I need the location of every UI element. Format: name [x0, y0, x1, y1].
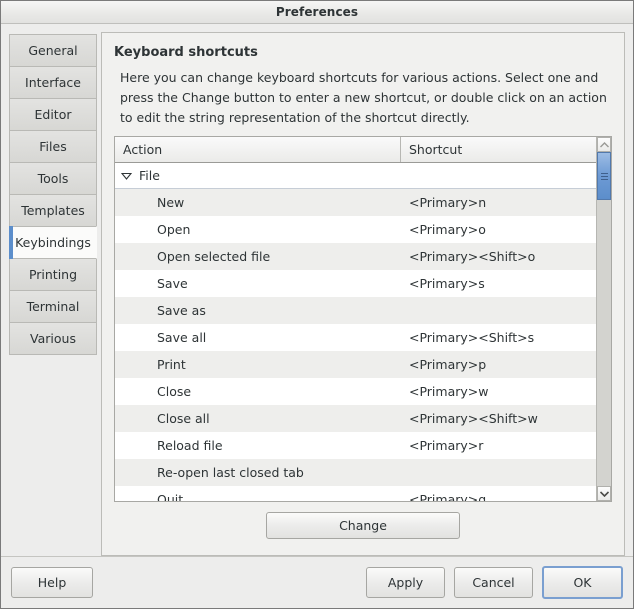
table-row[interactable]: Re-open last closed tab — [115, 459, 596, 486]
sidebar-item-label: Tools — [37, 171, 69, 186]
ok-button[interactable]: OK — [542, 566, 623, 599]
sidebar-item-label: Terminal — [26, 299, 80, 314]
cell-action: Save as — [157, 303, 206, 318]
table-row[interactable]: Save <Primary>s — [115, 270, 596, 297]
cell-shortcut: <Primary>r — [409, 438, 484, 453]
settings-category-sidebar: General Interface Editor Files Tools Template… — [9, 32, 97, 556]
sidebar-item-editor[interactable]: Editor — [9, 98, 97, 131]
cell-shortcut: <Primary>n — [409, 195, 487, 210]
sidebar-item-label: Templates — [21, 203, 85, 218]
keybindings-panel: Keyboard shortcuts Here you can change k… — [101, 32, 625, 556]
shortcuts-table-main: Action Shortcut File New <Primary>n Open <Pr… — [115, 137, 596, 501]
table-row[interactable]: Quit <Primary>q — [115, 486, 596, 501]
cell-action: Save all — [157, 330, 207, 345]
scrollbar-grip-line — [600, 178, 608, 180]
sidebar-item-label: Files — [39, 139, 67, 154]
cell-shortcut: <Primary>q — [409, 492, 487, 501]
cell-action: Print — [157, 357, 186, 372]
sidebar-item-templates[interactable]: Templates — [9, 194, 97, 227]
sidebar-item-printing[interactable]: Printing — [9, 258, 97, 291]
table-group-row[interactable]: File — [115, 163, 596, 189]
apply-button[interactable]: Apply — [366, 567, 445, 598]
table-row[interactable]: Save as — [115, 297, 596, 324]
dialog-action-bar: Help Apply Cancel OK — [1, 556, 633, 608]
sidebar-item-keybindings[interactable]: Keybindings — [9, 226, 97, 259]
table-row[interactable]: Reload file <Primary>r — [115, 432, 596, 459]
sidebar-item-interface[interactable]: Interface — [9, 66, 97, 99]
cell-action: Quit — [157, 492, 184, 501]
chevron-down-icon — [599, 490, 609, 497]
sidebar-item-label: Keybindings — [15, 235, 91, 250]
cell-action: Reload file — [157, 438, 223, 453]
cell-action: Save — [157, 276, 188, 291]
table-row[interactable]: Open <Primary>o — [115, 216, 596, 243]
column-header-shortcut[interactable]: Shortcut — [401, 137, 596, 162]
column-header-action[interactable]: Action — [115, 137, 401, 162]
cell-shortcut: <Primary>w — [409, 384, 489, 399]
sidebar-item-files[interactable]: Files — [9, 130, 97, 163]
help-button[interactable]: Help — [11, 567, 93, 598]
cell-action: Close — [157, 384, 192, 399]
chevron-up-icon — [599, 141, 609, 147]
sidebar-item-label: Interface — [25, 75, 81, 90]
triangle-down-icon[interactable] — [117, 172, 135, 180]
sidebar-item-terminal[interactable]: Terminal — [9, 290, 97, 323]
sidebar-item-tools[interactable]: Tools — [9, 162, 97, 195]
cell-shortcut: <Primary>o — [409, 222, 486, 237]
page-description: Here you can change keyboard shortcuts f… — [120, 70, 607, 125]
cell-action: Open selected file — [157, 249, 271, 264]
scrollbar-track[interactable] — [597, 152, 611, 486]
scrollbar-grip-line — [600, 172, 608, 174]
window-body: General Interface Editor Files Tools Template… — [1, 24, 633, 556]
cell-shortcut: <Primary><Shift>s — [409, 330, 535, 345]
table-row[interactable]: Save all <Primary><Shift>s — [115, 324, 596, 351]
sidebar-item-various[interactable]: Various — [9, 322, 97, 355]
scrollbar-down-button[interactable] — [597, 486, 611, 501]
table-header-row: Action Shortcut — [115, 137, 596, 163]
scrollbar-grip-line — [600, 175, 608, 177]
table-row[interactable]: New <Primary>n — [115, 189, 596, 216]
table-group-label: File — [139, 168, 160, 183]
preferences-window: Preferences General Interface Editor Files T… — [0, 0, 634, 609]
table-row[interactable]: Close <Primary>w — [115, 378, 596, 405]
table-row[interactable]: Open selected file <Primary><Shift>o — [115, 243, 596, 270]
window-title: Preferences — [275, 5, 359, 19]
change-button-row: Change — [114, 502, 612, 543]
vertical-scrollbar[interactable] — [596, 137, 611, 501]
change-button[interactable]: Change — [266, 512, 460, 539]
sidebar-item-general[interactable]: General — [9, 34, 97, 67]
table-row[interactable]: Close all <Primary><Shift>w — [115, 405, 596, 432]
window-titlebar: Preferences — [1, 1, 633, 24]
sidebar-item-label: Printing — [28, 267, 78, 282]
cell-shortcut: <Primary><Shift>o — [409, 249, 536, 264]
shortcuts-table: Action Shortcut File New <Primary>n Open <Pr… — [114, 136, 612, 502]
sidebar-item-label: Editor — [34, 107, 72, 122]
sidebar-item-label: Various — [30, 331, 76, 346]
cell-action: Close all — [157, 411, 210, 426]
cell-action: New — [157, 195, 185, 210]
cancel-button[interactable]: Cancel — [454, 567, 533, 598]
scrollbar-up-button[interactable] — [597, 137, 611, 152]
scrollbar-thumb[interactable] — [597, 152, 611, 200]
table-row[interactable]: Print <Primary>p — [115, 351, 596, 378]
cell-shortcut: <Primary>p — [409, 357, 487, 372]
page-title: Keyboard shortcuts — [114, 45, 258, 60]
table-body: File New <Primary>n Open <Primary>o Open sele… — [115, 163, 596, 501]
cell-shortcut: <Primary>s — [409, 276, 485, 291]
sidebar-item-label: General — [28, 43, 78, 58]
cell-shortcut: <Primary><Shift>w — [409, 411, 538, 426]
cell-action: Re-open last closed tab — [157, 465, 304, 480]
cell-action: Open — [157, 222, 191, 237]
